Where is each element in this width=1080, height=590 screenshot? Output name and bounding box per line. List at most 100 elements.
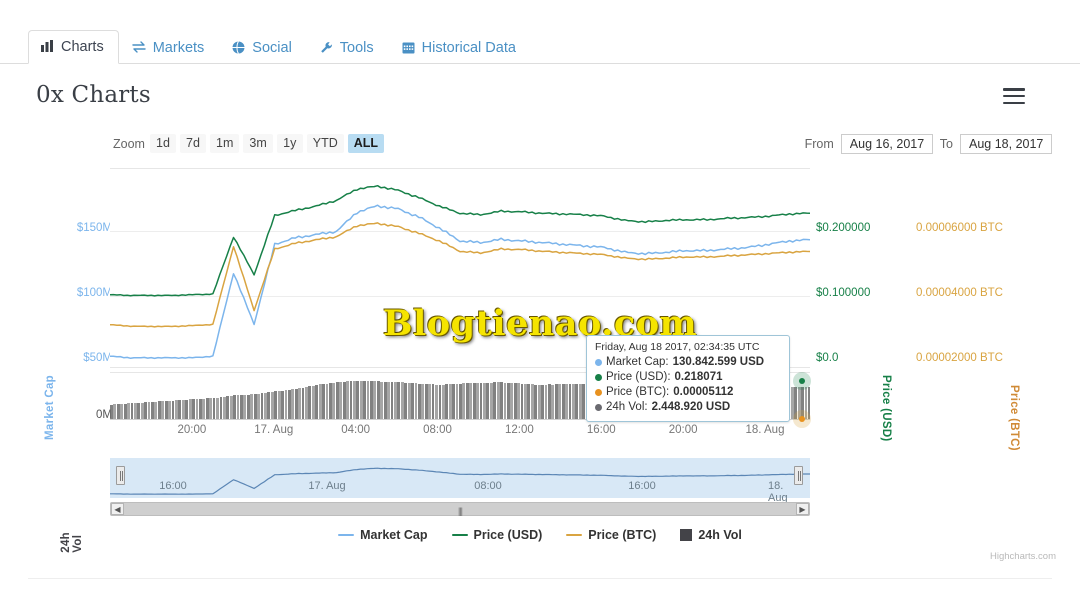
x-axis-tick-label: 17. Aug <box>254 424 294 436</box>
x-axis-tick-label: 16:00 <box>586 424 616 436</box>
x-axis-tick-label: 08:00 <box>423 424 452 436</box>
volume-bar <box>476 382 479 419</box>
volume-bar <box>503 382 507 419</box>
endpoint-marker-price-usd <box>793 372 811 390</box>
range-selector: Zoom 1d 7d 1m 3m 1y YTD ALL From To <box>0 134 1080 158</box>
tab-tools[interactable]: Tools <box>307 31 389 64</box>
volume-bar <box>493 382 497 419</box>
navigator-handle-left[interactable] <box>116 466 125 485</box>
x-axis-tick-label: 18. Aug <box>745 424 785 436</box>
ytick-market-cap-150m: $150M <box>76 222 112 234</box>
tooltip-row-24h-vol: 24h Vol: 2.448.920 USD <box>595 400 781 415</box>
zoom-button-1m[interactable]: 1m <box>210 134 240 153</box>
zoom-button-7d[interactable]: 7d <box>180 134 206 153</box>
scrollbar-thumb[interactable]: ||| <box>124 503 796 516</box>
volume-bar <box>209 398 213 419</box>
tab-charts[interactable]: Charts <box>28 30 119 64</box>
wrench-icon <box>320 41 333 56</box>
volume-bar <box>332 382 336 419</box>
tab-markets[interactable]: Markets <box>119 31 220 64</box>
zoom-button-all[interactable]: ALL <box>347 134 385 153</box>
volume-bar <box>500 382 503 419</box>
volume-bar <box>116 404 120 419</box>
watermark: Blogtienao.com <box>382 303 698 344</box>
legend-item-price-usd[interactable]: Price (USD) <box>451 528 542 542</box>
tooltip-name: Price (USD): <box>606 371 671 383</box>
volume-bar <box>236 395 240 419</box>
volume-bar <box>185 399 189 419</box>
volume-bar <box>390 381 394 419</box>
volume-bar <box>356 381 360 419</box>
volume-bar <box>294 388 298 419</box>
chart-navigator[interactable]: 16:00 17. Aug 08:00 16:00 18. Aug <box>110 458 810 506</box>
footer-divider <box>28 578 1052 579</box>
volume-bar <box>448 384 452 419</box>
volume-bar <box>352 381 356 419</box>
to-label: To <box>939 137 953 151</box>
tooltip-dot-24h-vol <box>595 404 602 411</box>
volume-bar <box>137 402 141 419</box>
zoom-button-1d[interactable]: 1d <box>150 134 176 153</box>
volume-bar <box>441 384 445 419</box>
legend-item-market-cap[interactable]: Market Cap <box>338 528 428 542</box>
volume-bar <box>157 401 161 419</box>
legend-item-price-btc[interactable]: Price (BTC) <box>566 528 656 542</box>
volume-bar <box>554 384 558 419</box>
legend-square-icon <box>680 529 693 541</box>
volume-bar <box>363 381 367 419</box>
navigator-scrollbar[interactable]: ◀ ||| ▶ <box>110 502 810 516</box>
volume-bar <box>414 383 418 419</box>
volume-bar <box>277 391 281 419</box>
ytick-market-cap-100m: $100M <box>76 287 112 299</box>
handle-grip-line <box>798 471 799 481</box>
zoom-button-ytd[interactable]: YTD <box>306 134 344 153</box>
volume-bar <box>113 404 117 419</box>
tooltip-row-market-cap: Market Cap: 130.842.599 USD <box>595 355 781 370</box>
ytick-price-usd-0100000: $0.100000 <box>816 287 871 299</box>
volume-bar <box>445 384 449 419</box>
to-date-input[interactable] <box>960 134 1052 154</box>
volume-bar <box>291 389 295 419</box>
volume-bar <box>161 401 165 419</box>
legend-item-24h-vol[interactable]: 24h Vol <box>680 528 742 542</box>
hamburger-menu-icon[interactable] <box>1003 88 1025 104</box>
from-date-input[interactable] <box>840 134 933 154</box>
volume-bar <box>322 383 325 419</box>
tooltip-value: 2.448.920 USD <box>651 401 731 413</box>
volume-bar <box>571 383 575 419</box>
volume-bar <box>346 381 349 419</box>
volume-bar <box>308 386 312 419</box>
volume-bar <box>565 384 568 419</box>
hamburger-line <box>1003 94 1025 98</box>
volume-bar <box>506 382 510 419</box>
volume-bar <box>558 384 562 419</box>
scroll-left-arrow-icon[interactable]: ◀ <box>111 503 124 515</box>
tab-historical-data[interactable]: Historical Data <box>389 31 531 64</box>
volume-bar <box>582 383 586 419</box>
legend-label: 24h Vol <box>698 528 742 542</box>
zoom-button-3m[interactable]: 3m <box>243 134 273 153</box>
tab-social[interactable]: Social <box>219 31 307 64</box>
volume-bar <box>188 399 192 419</box>
ytick-24h-vol-0m: 0M <box>96 409 112 421</box>
chart-tooltip: Friday, Aug 18 2017, 02:34:35 UTC Market… <box>586 335 790 422</box>
volume-bar <box>123 403 127 419</box>
legend-line-icon <box>451 533 468 537</box>
hamburger-line <box>1003 101 1025 104</box>
volume-bar <box>151 401 154 419</box>
zoom-button-1y[interactable]: 1y <box>276 134 303 153</box>
volume-bar <box>530 384 534 419</box>
scroll-right-arrow-icon[interactable]: ▶ <box>796 503 809 515</box>
volume-bar <box>250 394 254 419</box>
volume-bar <box>198 398 202 419</box>
volume-bar <box>366 381 370 419</box>
volume-bar <box>233 395 237 419</box>
axis-title-price-usd: Price (USD) <box>880 375 892 442</box>
volume-bar <box>376 381 380 419</box>
volume-bar <box>171 400 175 419</box>
volume-bar <box>397 382 401 419</box>
navigator-handle-right[interactable] <box>794 466 803 485</box>
volume-bar <box>315 384 319 419</box>
volume-bar <box>568 383 572 419</box>
navigator-tick-label: 17. Aug <box>308 480 346 492</box>
